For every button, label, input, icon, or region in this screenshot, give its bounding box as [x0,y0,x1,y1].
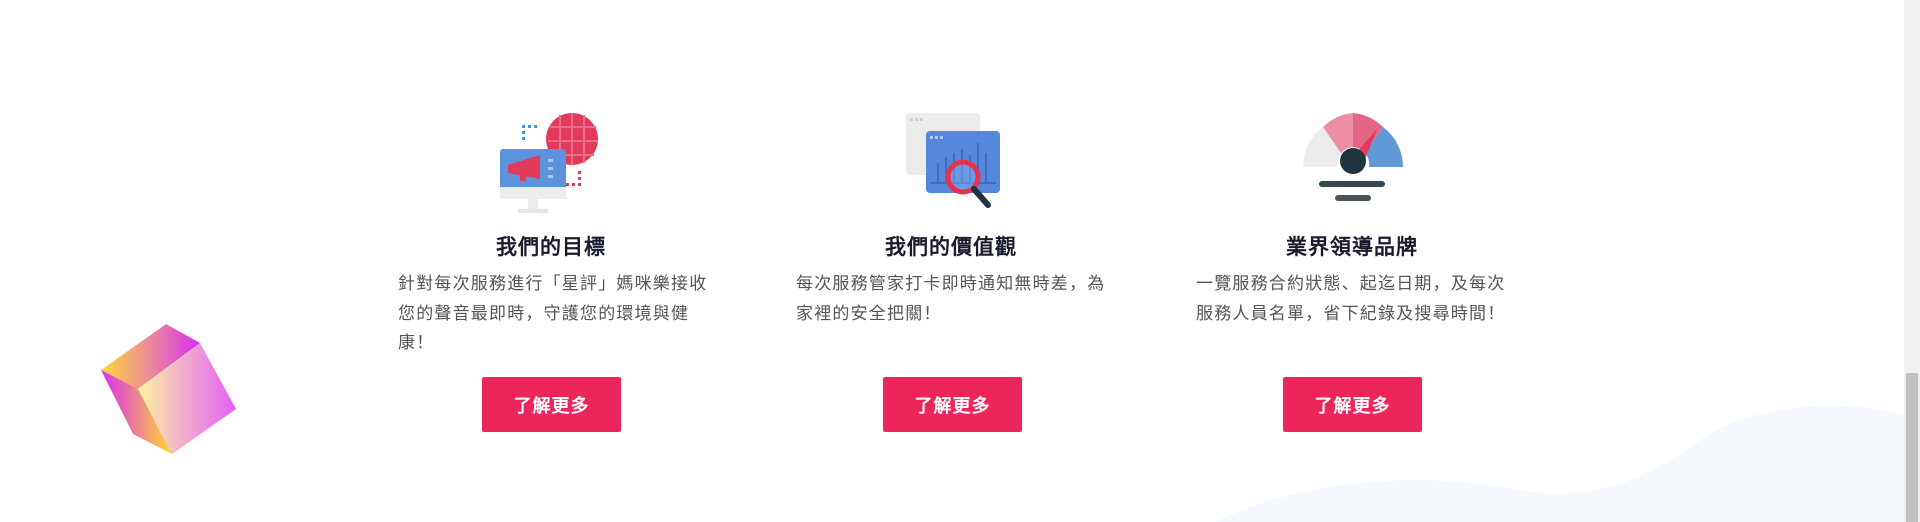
scrollbar-thumb[interactable] [1906,373,1918,522]
megaphone-monitor-globe-icon [500,113,598,213]
speedometer-gauge-icon [1303,113,1403,201]
feature-description: 針對每次服務進行「星評」媽咪樂接收您的聲音最即時，守護您的環境與健康！ [398,274,708,353]
learn-more-button[interactable]: 了解更多 [883,377,1022,432]
learn-more-button[interactable]: 了解更多 [482,377,621,432]
feature-title: 業界領導品牌 [1286,235,1418,259]
chart-magnifier-icon [906,113,1000,208]
learn-more-button[interactable]: 了解更多 [1283,377,1422,432]
background-wave [1215,405,1904,522]
feature-description: 一覽服務合約狀態、起迄日期，及每次服務人員名單，省下紀錄及搜尋時間！ [1196,274,1506,324]
feature-title: 我們的目標 [496,235,606,259]
feature-title: 我們的價值觀 [885,235,1017,259]
decorative-cube [101,324,236,454]
page-scrollbar[interactable] [1904,0,1920,522]
feature-description: 每次服務管家打卡即時通知無時差，為家裡的安全把關！ [796,274,1106,324]
